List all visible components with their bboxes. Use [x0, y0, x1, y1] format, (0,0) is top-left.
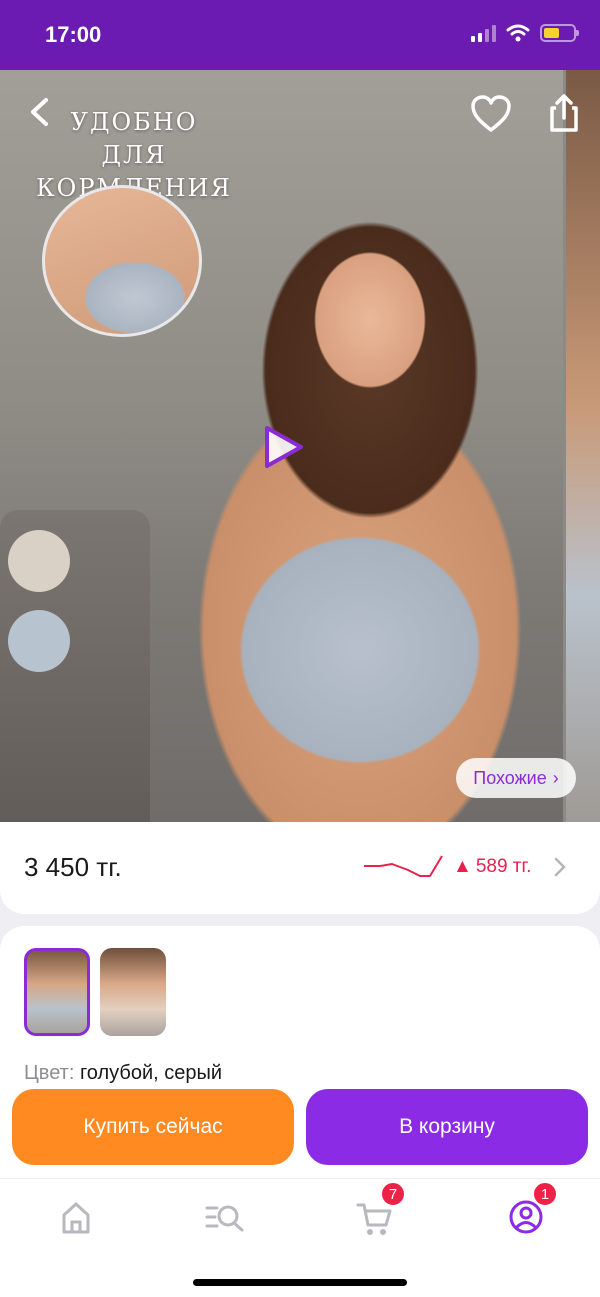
wifi-icon: [506, 24, 530, 42]
color-value: голубой, серый: [79, 1062, 223, 1084]
catalog-search-icon[interactable]: [201, 1195, 249, 1239]
variant-thumb-blue[interactable]: [24, 948, 90, 1036]
feature-inset-photo: [42, 185, 202, 337]
home-icon[interactable]: [52, 1195, 100, 1239]
color-swatch-beige[interactable]: [8, 530, 70, 592]
similar-button[interactable]: Похожие ›: [456, 758, 576, 798]
product-gallery[interactable]: УДОБНО ДЛЯ КОРМЛЕНИЯ Похожие ›: [0, 70, 600, 822]
variant-thumb-beige[interactable]: [100, 948, 166, 1036]
color-row: Цвет: голубой, серый: [24, 1062, 222, 1085]
color-label: Цвет:: [24, 1062, 75, 1084]
color-swatch-blue[interactable]: [8, 610, 70, 672]
triangle-up-icon: ▲: [453, 856, 472, 877]
status-icons: [471, 24, 579, 42]
price-card: 3 450 тг. ▲ 589 тг.: [0, 822, 600, 914]
price-history-sparkline[interactable]: [362, 854, 444, 884]
chevron-right-icon: ›: [552, 767, 559, 788]
favorite-heart-icon[interactable]: [470, 94, 512, 134]
tab-profile[interactable]: 1: [502, 1181, 558, 1239]
share-icon[interactable]: [544, 92, 584, 134]
home-indicator: [193, 1279, 407, 1286]
signal-icon: [471, 24, 496, 42]
add-to-cart-button[interactable]: В корзину: [306, 1089, 588, 1165]
back-button[interactable]: [22, 94, 58, 130]
chevron-right-icon[interactable]: [552, 856, 568, 878]
play-video-icon[interactable]: [258, 422, 308, 472]
profile-notification-badge: 1: [532, 1181, 558, 1207]
similar-label: Похожие: [473, 767, 547, 788]
status-bar: 17:00: [0, 0, 600, 70]
price-change[interactable]: ▲ 589 тг.: [453, 856, 531, 878]
battery-icon: [540, 24, 579, 42]
status-time: 17:00: [45, 22, 102, 47]
current-price: 3 450 тг.: [24, 852, 122, 882]
buy-now-button[interactable]: Купить сейчас: [12, 1089, 294, 1165]
price-change-value: 589 тг.: [475, 856, 532, 877]
cart-count-badge: 7: [380, 1181, 406, 1207]
tab-cart[interactable]: 7: [350, 1181, 406, 1239]
next-photo-preview[interactable]: [566, 70, 600, 822]
